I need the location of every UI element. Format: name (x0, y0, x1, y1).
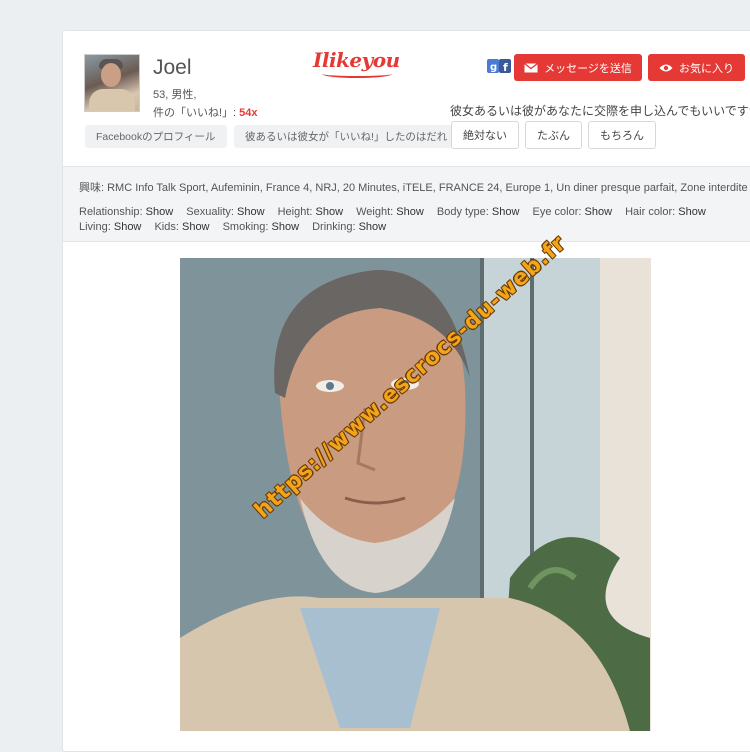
profile-photo[interactable] (180, 258, 651, 731)
show-height-link[interactable]: Show (316, 206, 344, 218)
show-eye-color-link[interactable]: Show (585, 206, 613, 218)
trait-eye-color: Eye color: Show (532, 206, 613, 218)
add-favorite-label: お気に入り (679, 62, 734, 75)
profile-photo-illustration (180, 258, 651, 731)
who-liked-button[interactable]: 彼あるいは彼女が「いいね!」したのはだれ (234, 125, 459, 148)
likes-prefix: 件の「いいね!」: (153, 107, 240, 119)
trait-relationship: Relationship: Show (79, 206, 174, 218)
trait-weight: Weight: Show (356, 206, 424, 218)
dating-question: 彼女あるいは彼があなたに交際を申し込んでもいいですか? (450, 104, 750, 118)
trait-body-type: Body type: Show (436, 206, 520, 218)
profile-age-gender: 53, 男性, (153, 89, 197, 101)
trait-height: Height: Show (277, 206, 344, 218)
logo-swoosh (322, 70, 392, 78)
answer-never-button[interactable]: 絶対ない (451, 121, 519, 149)
site-logo[interactable]: Ilikeyou (313, 48, 400, 72)
show-sexuality-link[interactable]: Show (237, 206, 265, 218)
likes-count: 54x (239, 107, 258, 119)
trait-sexuality: Sexuality: Show (186, 206, 265, 218)
show-smoking-link[interactable]: Show (272, 221, 300, 233)
show-body-type-link[interactable]: Show (492, 206, 520, 218)
answer-of-course-button[interactable]: もちろん (588, 121, 656, 149)
profile-name: Joel (153, 56, 192, 79)
envelope-icon (524, 62, 539, 72)
facebook-profile-button[interactable]: Facebookのプロフィール (85, 125, 227, 148)
svg-text:g: g (490, 62, 497, 73)
show-hair-color-link[interactable]: Show (678, 206, 706, 218)
traits-list: Relationship: Show Sexuality: Show Heigh… (79, 205, 734, 235)
svg-text:f: f (503, 61, 508, 74)
show-relationship-link[interactable]: Show (146, 206, 174, 218)
trait-hair-color: Hair color: Show (625, 206, 706, 218)
trait-drinking: Drinking: Show (312, 221, 387, 233)
trait-smoking: Smoking: Show (222, 221, 300, 233)
eye-icon (659, 64, 673, 71)
show-drinking-link[interactable]: Show (359, 221, 387, 233)
trait-kids: Kids: Show (154, 221, 210, 233)
send-message-label: メッセージを送信 (544, 62, 632, 75)
show-weight-link[interactable]: Show (396, 206, 424, 218)
show-kids-link[interactable]: Show (182, 221, 210, 233)
add-favorite-button[interactable]: お気に入り (648, 54, 745, 81)
interests-line: 興味: RMC Info Talk Sport, Aufeminin, Fran… (79, 182, 748, 194)
show-living-link[interactable]: Show (114, 221, 142, 233)
send-message-button[interactable]: メッセージを送信 (514, 54, 642, 81)
answer-maybe-button[interactable]: たぶん (525, 121, 582, 149)
profile-likes: 件の「いいね!」: 54x (153, 104, 258, 120)
trait-living: Living: Show (79, 221, 142, 233)
google-facebook-icon[interactable]: g f (487, 58, 512, 74)
profile-avatar[interactable] (84, 54, 140, 112)
